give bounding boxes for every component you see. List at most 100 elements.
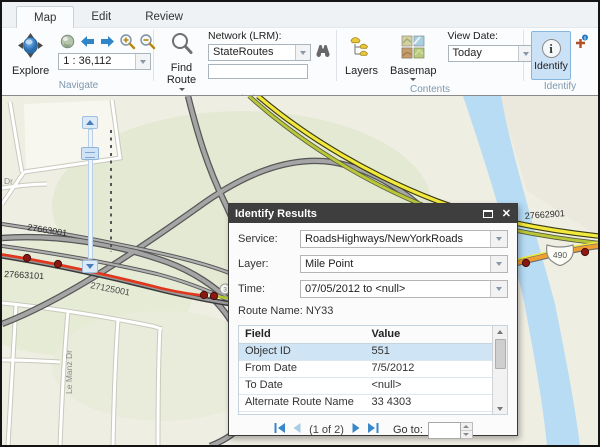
explore-pan-icon (17, 32, 44, 64)
network-combobox[interactable]: StateRoutes (208, 44, 311, 61)
cell-field: Object ID (239, 344, 366, 360)
forward-arrow-icon[interactable] (98, 32, 117, 50)
table-row[interactable]: From Date 7/5/2012 (239, 361, 492, 378)
table-scrollbar[interactable] (492, 326, 507, 414)
previous-page-icon[interactable] (291, 421, 302, 439)
tab-review[interactable]: Review (128, 6, 200, 27)
spinner-down-icon[interactable] (461, 430, 472, 438)
slider-ticks (110, 130, 112, 252)
slider-handle[interactable] (81, 147, 99, 160)
cell-field: To Date (239, 378, 366, 394)
time-value: 07/05/2012 to <null> (301, 281, 490, 297)
table-row[interactable]: Alternate Route Name 33 4303 (239, 395, 492, 412)
network-dropdown-button[interactable] (295, 45, 310, 60)
goto-page-input[interactable] (428, 422, 461, 439)
cell-value: 33 4303 (366, 395, 493, 411)
identify-info-icon: i (542, 39, 561, 58)
last-page-icon[interactable] (367, 421, 380, 439)
explore-button[interactable]: Explore (9, 30, 52, 79)
cell-value: <null> (366, 378, 493, 394)
dialog-titlebar[interactable]: Identify Results ✕ (229, 204, 517, 223)
find-route-value-input[interactable] (208, 64, 308, 79)
application-window: Map Edit Review (0, 0, 600, 447)
cell-field: Alternate Route Name (239, 395, 366, 411)
goto-label: Go to: (393, 424, 423, 436)
find-route-label: Find Route (167, 62, 196, 86)
group-identify: i Identify i Identify (524, 30, 596, 81)
service-dropdown-button[interactable] (490, 231, 507, 247)
layer-label: Layer: (238, 258, 300, 270)
scale-combobox[interactable]: 1 : 36,112 (58, 53, 151, 70)
zoom-in-icon[interactable] (118, 32, 137, 50)
attributes-table: Field Value Object ID 551 From Date 7/5/… (238, 325, 508, 415)
table-header-row: Field Value (239, 326, 492, 344)
cell-value: 551 (366, 344, 493, 360)
explore-label: Explore (12, 65, 49, 77)
view-date-label: View Date: (448, 30, 534, 43)
find-route-magnifier-icon (170, 32, 194, 61)
table-row[interactable]: Object ID 551 (239, 344, 492, 361)
network-lrm-label: Network (LRM): (208, 30, 331, 43)
tab-bar: Map Edit Review (2, 2, 598, 28)
slider-zoom-in-button[interactable] (82, 116, 98, 129)
basemap-icon (401, 35, 425, 64)
view-date-combobox[interactable]: Today (448, 45, 534, 62)
page-indicator: (1 of 2) (309, 424, 344, 436)
service-value: RoadsHighways/NewYorkRoads (301, 231, 490, 247)
view-date-value: Today (449, 46, 518, 61)
binoculars-icon[interactable] (315, 43, 331, 62)
svg-text:3: 3 (223, 287, 227, 294)
first-page-icon[interactable] (273, 421, 286, 439)
svg-text:Le Manz Dr: Le Manz Dr (64, 350, 74, 394)
layer-dropdown-button[interactable] (490, 256, 507, 272)
time-label: Time: (238, 283, 300, 295)
dialog-title: Identify Results (235, 208, 483, 220)
basemap-dropdown-icon[interactable] (410, 78, 416, 81)
goto-spinner (461, 422, 473, 439)
back-arrow-icon[interactable] (78, 32, 97, 50)
layers-button[interactable]: Layers (342, 33, 381, 79)
globe-icon[interactable] (58, 32, 77, 50)
service-combobox[interactable]: RoadsHighways/NewYorkRoads (300, 230, 508, 248)
scroll-thumb[interactable] (495, 339, 506, 369)
table-header-value: Value (366, 326, 493, 343)
scroll-down-icon[interactable] (493, 403, 507, 414)
time-combobox[interactable]: 07/05/2012 to <null> (300, 280, 508, 298)
group-navigate: Explore (4, 30, 154, 81)
tab-map[interactable]: Map (16, 6, 74, 28)
svg-text:Dr: Dr (4, 176, 13, 186)
next-page-icon[interactable] (351, 421, 362, 439)
dialog-pagination: (1 of 2) Go to: (238, 420, 508, 440)
network-value: StateRoutes (209, 45, 295, 60)
route-name-row: Route Name: NY33 (238, 305, 508, 320)
close-icon[interactable]: ✕ (502, 209, 511, 219)
maximize-icon[interactable] (483, 210, 493, 218)
identify-results-dialog: Identify Results ✕ Service: RoadsHighway… (228, 203, 518, 436)
identify-button[interactable]: i Identify (531, 31, 571, 80)
table-row[interactable]: To Date <null> (239, 378, 492, 395)
time-dropdown-button[interactable] (490, 281, 507, 297)
route-name-value: NY33 (306, 305, 334, 317)
find-route-dropdown-icon[interactable] (179, 88, 185, 91)
spinner-up-icon[interactable] (461, 423, 472, 430)
group-label-navigate: Navigate (9, 79, 148, 92)
cell-value: 7/5/2012 (366, 361, 493, 377)
basemap-button[interactable]: Basemap (387, 33, 439, 83)
layer-combobox[interactable]: Mile Point (300, 255, 508, 273)
slider-zoom-out-button[interactable] (82, 260, 98, 273)
layer-value: Mile Point (301, 256, 490, 272)
service-label: Service: (238, 233, 300, 245)
scale-dropdown-button[interactable] (135, 54, 150, 69)
tab-edit[interactable]: Edit (74, 6, 128, 27)
cell-field: From Date (239, 361, 366, 377)
ribbon-toolbar: Explore (2, 28, 598, 81)
svg-text:490: 490 (553, 250, 567, 260)
scale-value: 1 : 36,112 (59, 54, 135, 69)
basemap-label: Basemap (390, 65, 436, 77)
identify-route-location-icon[interactable]: i (573, 34, 589, 55)
find-route-button[interactable]: Find Route (159, 30, 204, 93)
table-header-field: Field (239, 326, 366, 343)
scroll-up-icon[interactable] (493, 326, 507, 337)
identify-label: Identify (534, 60, 568, 72)
group-contents: Layers (337, 30, 524, 81)
